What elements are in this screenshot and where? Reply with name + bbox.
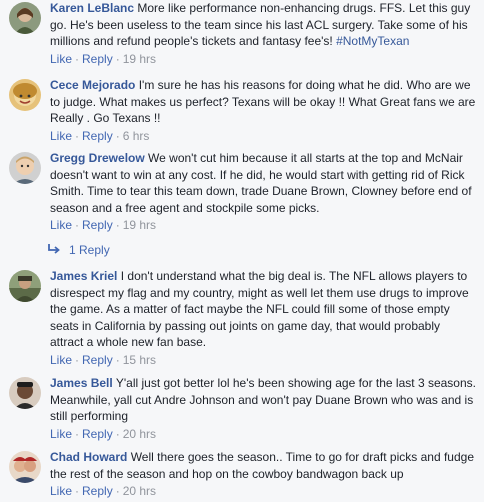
- like-button[interactable]: Like: [50, 484, 72, 498]
- avatar[interactable]: [9, 270, 41, 302]
- timestamp[interactable]: 19 hrs: [123, 52, 156, 66]
- comment-body: James Kriel I don't understand what the …: [50, 268, 476, 368]
- timestamp[interactable]: 20 hrs: [123, 484, 156, 498]
- comment-actions: Like · Reply · 19 hrs: [50, 51, 157, 66]
- comment-body: Chad Howard Well there goes the season..…: [50, 449, 476, 499]
- timestamp[interactable]: 19 hrs: [123, 218, 156, 232]
- comment-feed: Karen LeBlanc More like performance non-…: [0, 0, 484, 502]
- commenter-name[interactable]: Cece Mejorado: [50, 78, 135, 92]
- comment-actions: Like · Reply · 20 hrs: [50, 426, 157, 441]
- reply-button[interactable]: Reply: [82, 353, 113, 367]
- reply-button[interactable]: Reply: [82, 427, 113, 441]
- timestamp[interactable]: 15 hrs: [123, 353, 156, 367]
- comment-actions: Like · Reply · 15 hrs: [50, 352, 157, 367]
- reply-arrow-icon: [47, 243, 61, 255]
- like-button[interactable]: Like: [50, 52, 72, 66]
- avatar[interactable]: [9, 2, 41, 34]
- replies-count-label[interactable]: 1 Reply: [69, 243, 110, 257]
- comment-body: Gregg Drewelow We won't cut him because …: [50, 150, 476, 233]
- reply-button[interactable]: Reply: [82, 129, 113, 143]
- commenter-name[interactable]: Chad Howard: [50, 450, 127, 464]
- avatar[interactable]: [9, 377, 41, 409]
- like-button[interactable]: Like: [50, 353, 72, 367]
- timestamp[interactable]: 6 hrs: [123, 129, 150, 143]
- avatar[interactable]: [9, 79, 41, 111]
- reply-button[interactable]: Reply: [82, 52, 113, 66]
- like-button[interactable]: Like: [50, 218, 72, 232]
- commenter-name[interactable]: Karen LeBlanc: [50, 1, 134, 15]
- timestamp[interactable]: 20 hrs: [123, 427, 156, 441]
- reply-button[interactable]: Reply: [82, 218, 113, 232]
- like-button[interactable]: Like: [50, 427, 72, 441]
- avatar[interactable]: [9, 152, 41, 184]
- comment-body: Cece Mejorado I'm sure he has his reason…: [50, 77, 476, 144]
- comment-actions: Like · Reply · 6 hrs: [50, 128, 150, 143]
- commenter-name[interactable]: James Kriel: [50, 269, 117, 283]
- avatar[interactable]: [9, 451, 41, 483]
- hashtag-link[interactable]: #NotMyTexan: [336, 34, 409, 48]
- comment-body: Karen LeBlanc More like performance non-…: [50, 0, 476, 67]
- like-button[interactable]: Like: [50, 129, 72, 143]
- comment-text: Y'all just got better lol he's been show…: [50, 376, 476, 423]
- comment-actions: Like · Reply · 20 hrs: [50, 484, 157, 498]
- view-replies-link[interactable]: 1 Reply: [47, 242, 110, 258]
- reply-button[interactable]: Reply: [82, 484, 113, 498]
- commenter-name[interactable]: James Bell: [50, 376, 113, 390]
- commenter-name[interactable]: Gregg Drewelow: [50, 151, 145, 165]
- comment-body: James Bell Y'all just got better lol he'…: [50, 375, 476, 442]
- comment-actions: Like · Reply · 19 hrs: [50, 218, 157, 232]
